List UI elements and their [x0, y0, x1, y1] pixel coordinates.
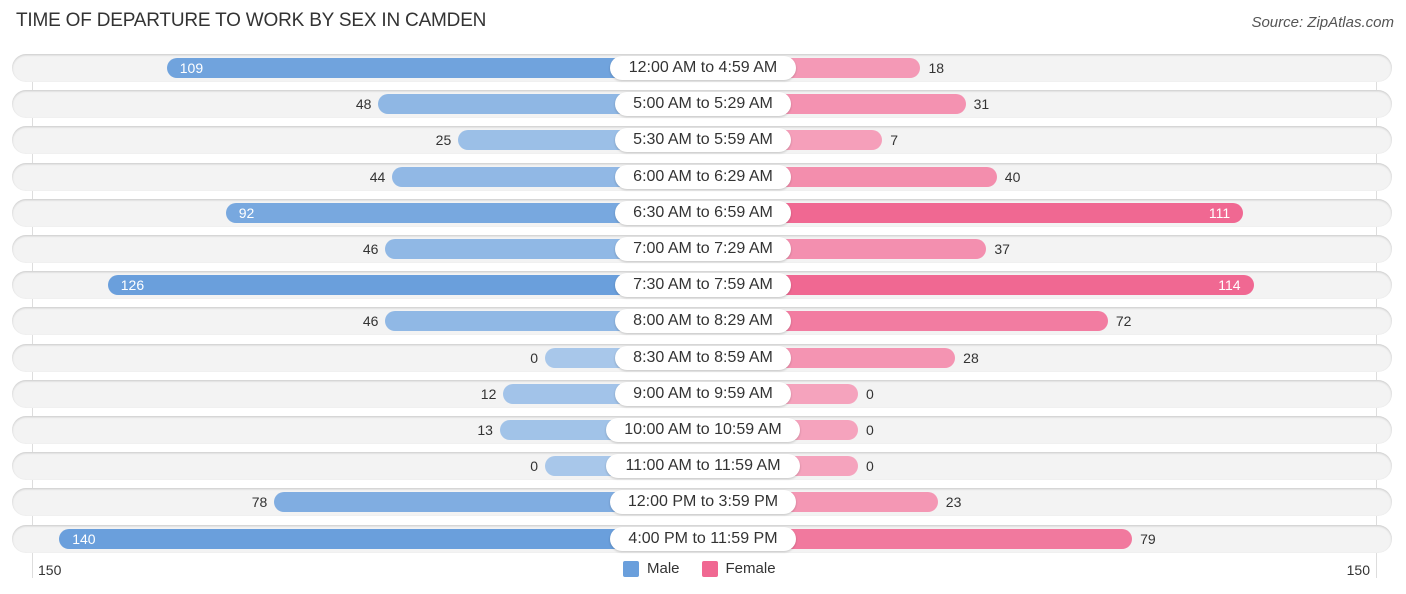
category-label: 8:30 AM to 8:59 AM — [614, 345, 792, 370]
legend: Male Female — [623, 560, 776, 577]
value-label-male: 48 — [355, 96, 372, 113]
chart-title: TIME OF DEPARTURE TO WORK BY SEX IN CAMD… — [16, 10, 487, 31]
category-label: 7:00 AM to 7:29 AM — [614, 237, 792, 261]
value-label-female: 40 — [1004, 168, 1021, 185]
value-label-female: 114 — [1218, 277, 1241, 294]
value-label-male: 44 — [369, 168, 386, 185]
legend-label-male[interactable]: Male — [647, 560, 680, 577]
source-label: Source: ZipAtlas.com — [1251, 14, 1394, 31]
value-label-male: 78 — [251, 494, 268, 511]
value-label-male: 140 — [72, 530, 96, 547]
value-label-female: 0 — [866, 385, 874, 402]
legend-swatch-female — [701, 560, 718, 577]
bar-male[interactable] — [59, 528, 703, 549]
value-label-male: 13 — [477, 422, 493, 438]
value-label-female: 31 — [973, 96, 990, 113]
value-label-male: 109 — [179, 60, 204, 76]
value-label-female: 18 — [928, 60, 945, 76]
value-label-male: 25 — [435, 132, 452, 149]
category-label: 8:00 AM to 8:29 AM — [614, 309, 792, 334]
category-label: 5:00 AM to 5:29 AM — [614, 92, 792, 117]
value-label-female: 7 — [890, 132, 899, 149]
category-label: 12:00 AM to 4:59 AM — [610, 56, 796, 80]
value-label-female: 37 — [994, 241, 1010, 257]
category-label: 5:30 AM to 5:59 AM — [614, 128, 792, 153]
bar-male[interactable] — [107, 275, 703, 296]
value-label-female: 0 — [866, 422, 874, 438]
value-label-female: 79 — [1140, 530, 1156, 547]
value-label-male: 46 — [362, 313, 379, 330]
value-label-female: 72 — [1115, 313, 1132, 330]
category-label: 9:00 AM to 9:59 AM — [614, 381, 792, 406]
category-label: 12:00 PM to 3:59 PM — [610, 490, 796, 515]
value-label-male: 0 — [530, 349, 538, 366]
value-label-male: 12 — [480, 385, 497, 402]
value-label-female: 28 — [963, 349, 979, 366]
value-label-male: 126 — [120, 277, 145, 294]
value-label-female: 0 — [866, 458, 874, 475]
value-label-female: 111 — [1208, 204, 1231, 221]
axis-label-left: 150 — [38, 562, 62, 578]
category-label: 7:30 AM to 7:59 AM — [614, 273, 792, 298]
chart-root: TIME OF DEPARTURE TO WORK BY SEX IN CAMD… — [0, 0, 1406, 594]
axis-label-right: 150 — [1346, 562, 1370, 578]
category-label: 11:00 AM to 11:59 AM — [606, 454, 800, 479]
legend-swatch-male — [623, 560, 639, 577]
category-label: 10:00 AM to 10:59 AM — [606, 418, 800, 442]
value-label-female: 23 — [945, 494, 962, 511]
category-label: 6:30 AM to 6:59 AM — [614, 200, 792, 225]
value-label-male: 92 — [238, 204, 255, 221]
category-label: 6:00 AM to 6:29 AM — [614, 164, 792, 189]
value-label-male: 46 — [362, 241, 379, 257]
value-label-male: 0 — [530, 458, 538, 475]
legend-label-female[interactable]: Female — [726, 560, 776, 577]
category-label: 4:00 PM to 11:59 PM — [610, 526, 796, 551]
